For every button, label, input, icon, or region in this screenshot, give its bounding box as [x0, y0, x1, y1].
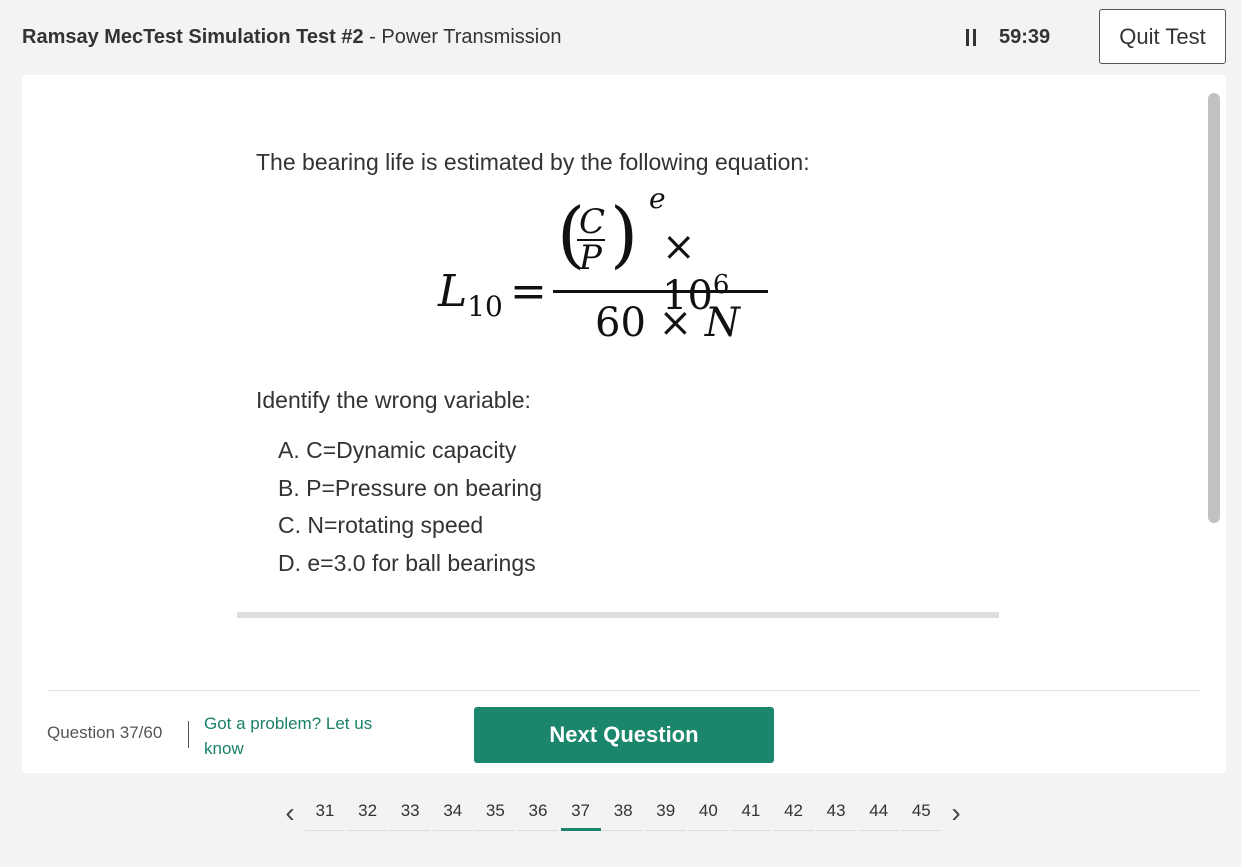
test-name: Ramsay MecTest Simulation Test #2: [22, 26, 364, 48]
option-d[interactable]: D. e=3.0 for ball bearings: [278, 548, 542, 586]
page-41[interactable]: 41: [730, 796, 771, 831]
countdown-timer: 59:39: [999, 26, 1051, 48]
page-38[interactable]: 38: [603, 796, 644, 831]
paren-right: ): [610, 192, 639, 276]
page-42[interactable]: 42: [773, 796, 814, 831]
question-counter: Question 37/60: [47, 723, 163, 742]
page-45[interactable]: 45: [901, 796, 942, 831]
title-separator: -: [363, 26, 382, 48]
question-card: The bearing life is estimated by the fol…: [22, 75, 1226, 773]
question-intro: The bearing life is estimated by the fol…: [256, 149, 810, 175]
equation-equals: =: [510, 266, 547, 317]
test-section: Power Transmission: [381, 26, 562, 48]
option-b[interactable]: B. P=Pressure on bearing: [278, 473, 542, 511]
page-34[interactable]: 34: [432, 796, 473, 831]
footer-divider: [47, 690, 1201, 691]
content-divider: [237, 612, 999, 618]
fraction-bar: [553, 290, 768, 293]
test-header: Ramsay MecTest Simulation Test #2 - Powe…: [0, 0, 1241, 74]
scrollbar[interactable]: [1208, 93, 1220, 693]
page-36[interactable]: 36: [517, 796, 558, 831]
report-problem-link[interactable]: Got a problem? Let us know: [204, 711, 404, 761]
footer-separator: [188, 721, 189, 748]
equation-denominator: 60 × N: [595, 300, 740, 346]
bearing-life-equation: L10 = ( C P ) e × 106 60 × N: [432, 182, 792, 350]
ratio-denominator: P: [579, 238, 602, 278]
test-title: Ramsay MecTest Simulation Test #2 - Powe…: [22, 26, 561, 49]
chevron-right-icon[interactable]: ›: [946, 799, 966, 828]
page-43[interactable]: 43: [816, 796, 857, 831]
pause-icon[interactable]: [965, 29, 977, 46]
chevron-left-icon[interactable]: ‹: [280, 799, 300, 828]
next-question-button[interactable]: Next Question: [474, 707, 774, 763]
equation-numerator: ( C P ) e × 106: [557, 182, 772, 319]
page-40[interactable]: 40: [688, 796, 729, 831]
option-c[interactable]: C. N=rotating speed: [278, 510, 542, 548]
multiplier-power: 6: [712, 270, 730, 300]
question-pagination: ‹ 31 32 33 34 35 36 37 38 39 40 41 42 43 44 45 ›: [280, 796, 980, 832]
page-35[interactable]: 35: [475, 796, 516, 831]
page-list: 31 32 33 34 35 36 37 38 39 40 41 42 43 44 45: [305, 796, 944, 831]
denominator-constant: 60 ×: [595, 300, 705, 346]
quit-test-button[interactable]: Quit Test: [1099, 9, 1226, 64]
lhs-symbol: L: [438, 266, 468, 317]
denominator-variable: N: [704, 300, 740, 346]
exponent: e: [649, 182, 666, 215]
question-prompt: Identify the wrong variable:: [256, 387, 531, 413]
scrollbar-thumb[interactable]: [1208, 93, 1220, 523]
page-39[interactable]: 39: [645, 796, 686, 831]
ratio-numerator: C: [579, 202, 606, 242]
page-37[interactable]: 37: [560, 796, 601, 831]
option-a[interactable]: A. C=Dynamic capacity: [278, 435, 542, 473]
lhs-subscript: 10: [467, 290, 503, 323]
page-31[interactable]: 31: [305, 796, 345, 831]
page-33[interactable]: 33: [390, 796, 431, 831]
page-44[interactable]: 44: [858, 796, 899, 831]
answer-options: A. C=Dynamic capacity B. P=Pressure on b…: [278, 435, 542, 585]
equation-lhs: L10: [438, 266, 503, 323]
page-32[interactable]: 32: [347, 796, 388, 831]
